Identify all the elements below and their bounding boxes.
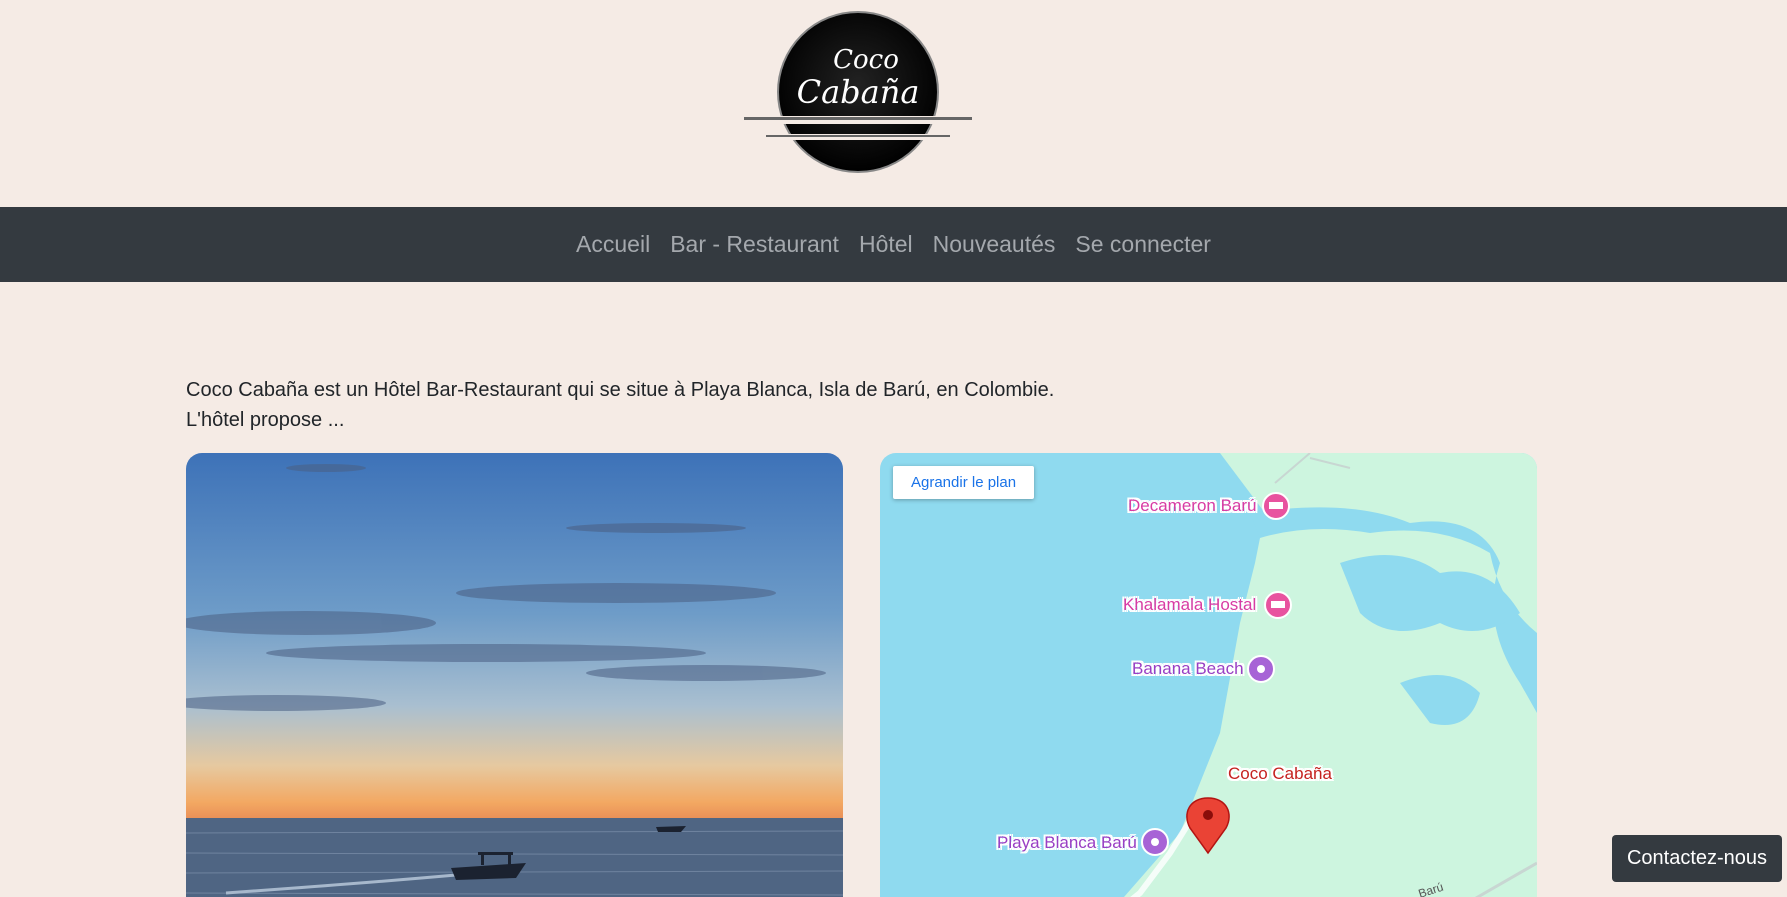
nav-accueil[interactable]: Accueil	[576, 231, 650, 258]
nav-bar-restaurant[interactable]: Bar - Restaurant	[670, 231, 839, 258]
nav-se-connecter[interactable]: Se connecter	[1075, 231, 1211, 258]
coco-cabana-logo[interactable]: Coco Cabaña	[738, 8, 978, 178]
site-header: Coco Cabaña	[0, 0, 1787, 207]
sunset-photo-image	[186, 453, 843, 897]
enlarge-map-button[interactable]: Agrandir le plan	[893, 466, 1035, 499]
place-label-banana-beach[interactable]: Banana Beach	[1132, 659, 1244, 679]
intro-text: Coco Cabaña est un Hôtel Bar-Restaurant …	[186, 375, 1054, 435]
khalamala-hotel-icon[interactable]	[1264, 591, 1292, 619]
place-label-coco-cabana[interactable]: Coco Cabaña	[1228, 764, 1332, 784]
banana-beach-camera-icon[interactable]	[1247, 655, 1275, 683]
main-navbar: Accueil Bar - Restaurant Hôtel Nouveauté…	[0, 207, 1787, 282]
place-label-playa-blanca[interactable]: Playa Blanca Barú	[997, 833, 1137, 853]
place-label-decameron[interactable]: Decameron Barú	[1128, 496, 1257, 516]
contact-button[interactable]: Contactez-nous	[1612, 835, 1782, 882]
sunset-beach-photo	[186, 453, 843, 897]
place-label-khalamala[interactable]: Khalamala Hostal	[1123, 595, 1256, 615]
decameron-hotel-icon[interactable]	[1262, 492, 1290, 520]
playa-blanca-camera-icon[interactable]	[1141, 828, 1169, 856]
intro-line-1: Coco Cabaña est un Hôtel Bar-Restaurant …	[186, 379, 1055, 401]
nav-hotel[interactable]: Hôtel	[859, 231, 913, 258]
intro-line-2: L'hôtel propose ...	[186, 409, 345, 431]
logo-text-cabana: Cabaña	[797, 73, 920, 111]
logo-text-coco: Coco	[833, 45, 899, 75]
location-map[interactable]: Barú Agrandir le plan Decameron Barú Kha…	[880, 453, 1537, 897]
nav-nouveautes[interactable]: Nouveautés	[933, 231, 1056, 258]
